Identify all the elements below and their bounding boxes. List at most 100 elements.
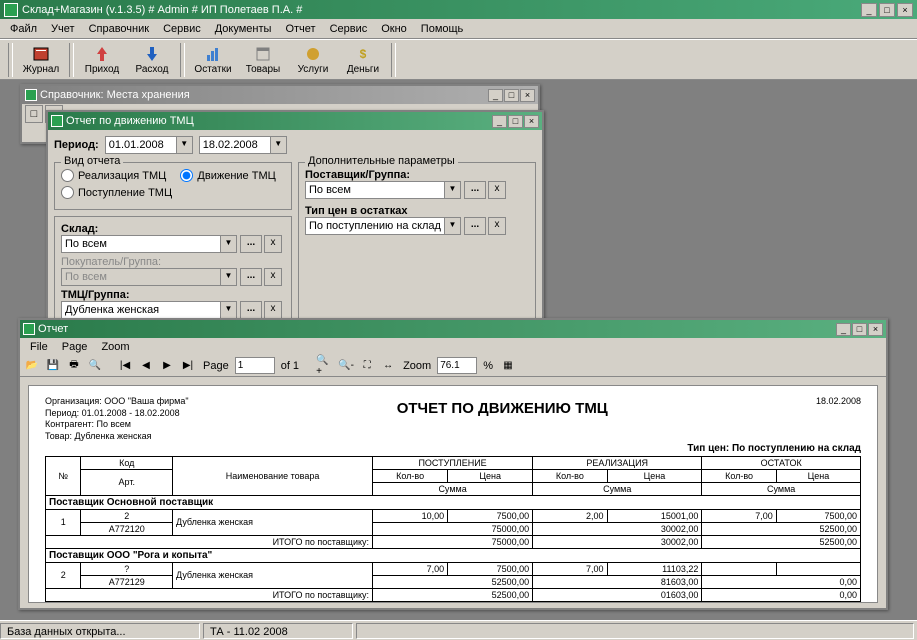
price-type-label: Тип цен в остатках xyxy=(305,205,408,217)
date-to-dropdown-icon[interactable]: ▼ xyxy=(271,136,287,154)
radio-receipt[interactable] xyxy=(61,186,74,199)
tmc-label: ТМЦ/Группа: xyxy=(61,289,130,301)
tmc-input[interactable] xyxy=(61,301,221,319)
dict-minimize[interactable]: _ xyxy=(488,89,503,102)
price-type-clear[interactable]: x xyxy=(488,217,506,235)
date-from-input[interactable] xyxy=(105,136,177,154)
next-page-icon[interactable]: ▶ xyxy=(158,357,176,375)
open-icon[interactable]: 📂 xyxy=(23,357,41,375)
menu-uchet[interactable]: Учет xyxy=(45,21,81,37)
tb-expense[interactable]: Расход xyxy=(128,42,176,78)
movement-report-window: Отчет по движению ТМЦ _ □ × Период: ▼ ▼ … xyxy=(46,110,544,330)
radio-movement[interactable] xyxy=(180,169,193,182)
search-icon[interactable]: 🔍 xyxy=(86,357,104,375)
meta-period: Период: 01.01.2008 - 18.02.2008 xyxy=(45,408,189,420)
date-to-input[interactable] xyxy=(199,136,271,154)
supplier1-name: Поставщик Основной поставщик xyxy=(46,495,861,509)
grand-total: ВСЕГО: 127500,00 111605,00 52500,00 xyxy=(46,601,861,603)
supplier2-name: Поставщик ООО "Рога и копыта" xyxy=(46,548,861,562)
rpt-menu-zoom[interactable]: Zoom xyxy=(95,339,135,355)
menu-servis2[interactable]: Сервис xyxy=(324,21,374,37)
tb-income[interactable]: Приход xyxy=(78,42,126,78)
zoom-out-icon[interactable]: 🔍- xyxy=(337,357,355,375)
minimize-button[interactable]: _ xyxy=(861,3,877,17)
menu-servis[interactable]: Сервис xyxy=(157,21,207,37)
tb-expense-label: Расход xyxy=(136,64,169,75)
sklad-clear[interactable]: x xyxy=(264,235,282,253)
report-date: 18.02.2008 xyxy=(816,396,861,406)
hdr-code: Код xyxy=(81,456,173,469)
status-bar: База данных открыта... ТА - 11.02 2008 xyxy=(0,620,917,640)
report-type-legend: Вид отчета xyxy=(61,155,123,167)
supplier-browse[interactable]: ... xyxy=(464,181,486,199)
page-input[interactable] xyxy=(235,357,275,374)
sklad-dropdown-icon[interactable]: ▼ xyxy=(221,235,237,253)
close-button[interactable]: × xyxy=(897,3,913,17)
date-from-dropdown-icon[interactable]: ▼ xyxy=(177,136,193,154)
zoom-label: Zoom xyxy=(403,360,431,372)
menu-file[interactable]: Файл xyxy=(4,21,43,37)
price-type-dropdown-icon[interactable]: ▼ xyxy=(445,217,461,235)
hdr-art: Арт. xyxy=(81,469,173,495)
movement-title: Отчет по движению ТМЦ xyxy=(66,115,491,127)
period-label: Период: xyxy=(54,139,99,151)
maximize-button[interactable]: □ xyxy=(879,3,895,17)
supplier-input[interactable] xyxy=(305,181,445,199)
tb-goods[interactable]: Товары xyxy=(239,42,287,78)
tb-money[interactable]: $Деньги xyxy=(339,42,387,78)
sklad-label: Склад: xyxy=(61,223,98,235)
movement-close[interactable]: × xyxy=(524,115,539,128)
rpt-menu-page[interactable]: Page xyxy=(56,339,94,355)
report-minimize[interactable]: _ xyxy=(836,323,851,336)
zoom-page-icon[interactable]: ▦ xyxy=(499,357,517,375)
tb-journal[interactable]: Журнал xyxy=(17,42,65,78)
tb-money-label: Деньги xyxy=(347,64,379,75)
sklad-input[interactable] xyxy=(61,235,221,253)
print-icon[interactable]: 🖶 xyxy=(65,357,83,375)
menu-report[interactable]: Отчет xyxy=(279,21,321,37)
tb-stock[interactable]: Остатки xyxy=(189,42,237,78)
supplier-clear[interactable]: x xyxy=(488,181,506,199)
page-of: of 1 xyxy=(281,360,299,372)
rpt-menu-file[interactable]: File xyxy=(24,339,54,355)
menu-spravochnik[interactable]: Справочник xyxy=(83,21,156,37)
radio-sales[interactable] xyxy=(61,169,74,182)
zoom-fit-icon[interactable]: ⛶ xyxy=(358,357,376,375)
last-page-icon[interactable]: ▶| xyxy=(179,357,197,375)
tb-services[interactable]: Услуги xyxy=(289,42,337,78)
table-row: А772129 52500,00 81603,00 0,00 xyxy=(46,575,861,588)
movement-icon xyxy=(51,115,63,127)
page-label: Page xyxy=(203,360,229,372)
dict-new-icon[interactable]: □ xyxy=(25,105,43,123)
status-left: База данных открыта... xyxy=(0,623,200,639)
zoom-pct: % xyxy=(483,360,493,372)
tmc-browse[interactable]: ... xyxy=(240,301,262,319)
zoom-width-icon[interactable]: ↔ xyxy=(379,357,397,375)
report-window: Отчет _ □ × File Page Zoom 📂 💾 🖶 🔍 |◀ ◀ … xyxy=(18,318,888,610)
prev-page-icon[interactable]: ◀ xyxy=(137,357,155,375)
sklad-browse[interactable]: ... xyxy=(240,235,262,253)
price-type-input[interactable] xyxy=(305,217,445,235)
report-icon xyxy=(23,323,35,335)
menu-documents[interactable]: Документы xyxy=(209,21,278,37)
report-close[interactable]: × xyxy=(868,323,883,336)
tmc-dropdown-icon[interactable]: ▼ xyxy=(221,301,237,319)
dict-close[interactable]: × xyxy=(520,89,535,102)
zoom-in-icon[interactable]: 🔍+ xyxy=(316,357,334,375)
report-toolbar: 📂 💾 🖶 🔍 |◀ ◀ ▶ ▶| Page of 1 🔍+ 🔍- ⛶ ↔ Zo… xyxy=(20,355,886,377)
dict-maximize[interactable]: □ xyxy=(504,89,519,102)
radio-receipt-label: Поступление ТМЦ xyxy=(78,187,172,199)
report-maximize[interactable]: □ xyxy=(852,323,867,336)
supplier-dropdown-icon[interactable]: ▼ xyxy=(445,181,461,199)
menu-window[interactable]: Окно xyxy=(375,21,413,37)
movement-maximize[interactable]: □ xyxy=(508,115,523,128)
tmc-clear[interactable]: x xyxy=(264,301,282,319)
report-title: Отчет xyxy=(38,323,835,335)
first-page-icon[interactable]: |◀ xyxy=(116,357,134,375)
tb-services-label: Услуги xyxy=(298,64,329,75)
zoom-input[interactable] xyxy=(437,357,477,374)
save-icon[interactable]: 💾 xyxy=(44,357,62,375)
movement-minimize[interactable]: _ xyxy=(492,115,507,128)
menu-help[interactable]: Помощь xyxy=(415,21,470,37)
price-type-browse[interactable]: ... xyxy=(464,217,486,235)
